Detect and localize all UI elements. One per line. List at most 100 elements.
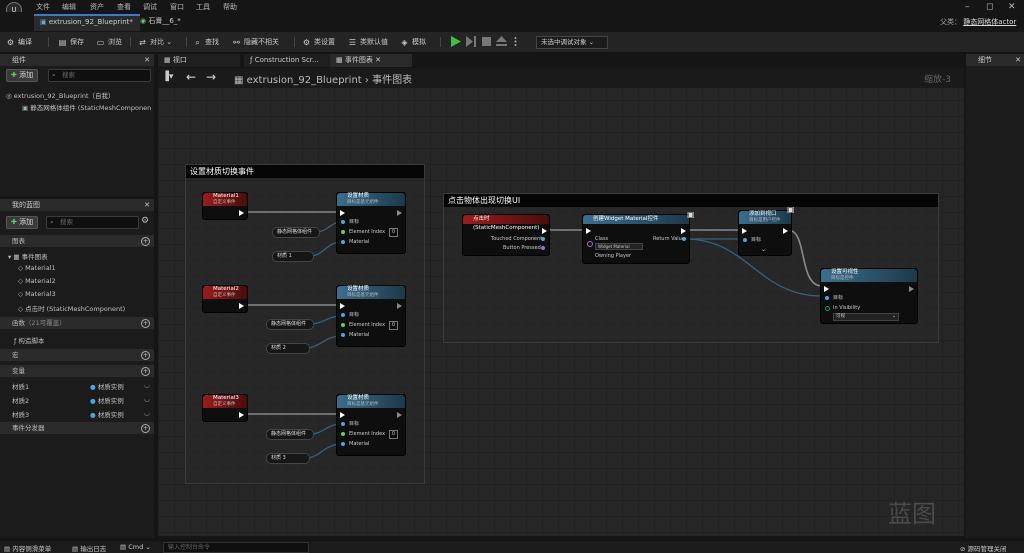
- minimize-icon[interactable]: –: [965, 2, 970, 12]
- exec-in-pin[interactable]: [340, 303, 345, 309]
- touched-component-pin[interactable]: [541, 237, 545, 241]
- play-icon[interactable]: [450, 36, 461, 47]
- parent-class-value[interactable]: 静态网格体actor: [963, 18, 1016, 26]
- material-pin[interactable]: [341, 240, 345, 244]
- exec-out-pin[interactable]: [783, 228, 788, 234]
- components-search-input[interactable]: ⌕ 搜索: [48, 69, 151, 82]
- on-clicked-event-node[interactable]: 点击时 (StaticMeshComponent) Touched Compon…: [462, 214, 550, 256]
- mesh-component-getter[interactable]: 静态网格体组件: [266, 319, 314, 330]
- add-macro-icon[interactable]: +: [141, 351, 150, 360]
- menu-help[interactable]: 帮助: [223, 2, 237, 12]
- menu-window[interactable]: 窗口: [170, 2, 184, 12]
- event-item-on-clicked[interactable]: ◇ 点击时 (StaticMeshComponent): [18, 303, 125, 313]
- graphs-section-header[interactable]: 图表 +: [0, 235, 154, 247]
- browse-button[interactable]: ▭ 浏览: [96, 36, 122, 48]
- custom-event-node[interactable]: Material1 自定义事件: [202, 192, 248, 220]
- class-settings-button[interactable]: ⚙ 类设置: [302, 36, 335, 48]
- functions-section-header[interactable]: 函数（21可覆盖） +: [0, 317, 154, 329]
- event-graph-canvas[interactable]: ▐▾ ← → ▦ extrusion_92_Blueprint › 事件图表 缩…: [158, 68, 964, 536]
- element-index-pin[interactable]: [341, 432, 345, 436]
- add-component-button[interactable]: ✚ 添加: [6, 69, 39, 82]
- construction-script-item[interactable]: ƒ 构造脚本: [14, 335, 44, 345]
- exec-out-pin[interactable]: [542, 228, 547, 234]
- debug-object-dropdown[interactable]: 未选中调试对象 ⌄: [536, 36, 608, 49]
- set-material-node[interactable]: 设置材质 目标是基元组件 目标 Element Index 0 Material: [336, 192, 406, 254]
- diff-button[interactable]: ⇄ 对比 ⌄: [138, 36, 172, 48]
- mesh-component-getter[interactable]: 静态网格体组件: [266, 429, 314, 440]
- component-static-mesh[interactable]: ▣ 静态网格体组件 (StaticMeshComponen: [22, 102, 151, 112]
- element-index-value[interactable]: 0: [389, 321, 398, 330]
- eject-icon[interactable]: [496, 36, 507, 47]
- class-select[interactable]: Widget Material: [595, 243, 643, 250]
- simulate-button[interactable]: ◈ 模拟: [400, 36, 426, 48]
- variable-type[interactable]: ● 材质实例: [90, 409, 124, 419]
- dispatchers-section-header[interactable]: 事件分发器 +: [0, 422, 154, 434]
- exec-in-pin[interactable]: [824, 286, 829, 292]
- exec-out-pin[interactable]: [397, 303, 402, 309]
- exec-out-pin[interactable]: [397, 210, 402, 216]
- element-index-pin[interactable]: [341, 230, 345, 234]
- close-icon[interactable]: ✕: [375, 56, 381, 64]
- element-index-pin[interactable]: [341, 323, 345, 327]
- button-pressed-pin[interactable]: [541, 246, 545, 250]
- target-pin[interactable]: [825, 296, 829, 300]
- exec-out-pin[interactable]: [397, 412, 402, 418]
- set-material-node[interactable]: 设置材质 目标是基元组件 目标 Element Index 0 Material: [336, 394, 406, 456]
- variable-row[interactable]: 材质2 ● 材质实例 ◡: [12, 395, 152, 405]
- exec-in-pin[interactable]: [586, 228, 591, 234]
- compile-button[interactable]: ⚙ 编译: [6, 36, 32, 48]
- variable-row[interactable]: 材质3 ● 材质实例 ◡: [12, 409, 152, 419]
- step-icon[interactable]: [466, 36, 477, 47]
- exec-out-pin[interactable]: [239, 210, 244, 216]
- target-pin[interactable]: [341, 313, 345, 317]
- custom-event-node[interactable]: Material2 自定义事件: [202, 285, 248, 313]
- target-pin[interactable]: [341, 220, 345, 224]
- tab-blueprint[interactable]: ▣ extrusion_92_Blueprint*: [34, 14, 140, 31]
- macros-section-header[interactable]: 宏 +: [0, 349, 154, 361]
- add-dispatcher-icon[interactable]: +: [141, 424, 150, 433]
- close-icon[interactable]: ✕: [1015, 54, 1021, 66]
- variables-section-header[interactable]: 变量 +: [0, 365, 154, 377]
- maximize-icon[interactable]: ◻: [986, 2, 993, 12]
- add-to-viewport-node[interactable]: 添加到视口 目标是用户控件 ▣ 目标 ⌄: [738, 205, 795, 256]
- exec-in-pin[interactable]: [742, 228, 747, 234]
- material-variable-getter[interactable]: 材质 1: [272, 251, 314, 262]
- element-index-value[interactable]: 0: [389, 430, 398, 439]
- add-member-button[interactable]: ✚ 添加: [6, 216, 39, 229]
- menu-edit[interactable]: 编辑: [62, 2, 76, 12]
- variable-type[interactable]: ● 材质实例: [90, 395, 124, 405]
- exec-out-pin[interactable]: [239, 303, 244, 309]
- exec-in-pin[interactable]: [340, 412, 345, 418]
- add-graph-icon[interactable]: +: [141, 237, 150, 246]
- menu-debug[interactable]: 调试: [143, 2, 157, 12]
- visibility-select[interactable]: 可视 ⌄: [833, 313, 899, 321]
- my-blueprint-search-input[interactable]: ⌕ 搜索: [46, 216, 139, 229]
- target-pin[interactable]: [341, 422, 345, 426]
- close-icon[interactable]: ✕: [144, 54, 150, 66]
- cmd-dropdown[interactable]: ▤ Cmd ⌄: [120, 543, 151, 551]
- variable-type[interactable]: ● 材质实例: [90, 381, 124, 391]
- hide-unrelated-button[interactable]: ⚯ 隐藏不相关: [232, 36, 279, 48]
- add-variable-icon[interactable]: +: [141, 367, 150, 376]
- tab-viewport[interactable]: ▦ 视口: [158, 54, 240, 67]
- exec-out-pin[interactable]: [239, 412, 244, 418]
- tab-event-graph[interactable]: ▦ 事件图表 ✕: [330, 54, 412, 67]
- element-index-value[interactable]: 0: [389, 228, 398, 237]
- event-graph-item[interactable]: ▾ ▦ 事件图表: [8, 251, 48, 261]
- find-button[interactable]: ⌕ 查找: [193, 36, 219, 48]
- close-icon[interactable]: ✕: [144, 199, 150, 211]
- return-value-pin[interactable]: [682, 237, 686, 241]
- visibility-eye-icon[interactable]: ◡: [144, 409, 150, 417]
- target-pin[interactable]: [743, 238, 747, 242]
- set-material-node[interactable]: 设置材质 目标是基元组件 目标 Element Index 0 Material: [336, 285, 406, 347]
- event-item-material3[interactable]: ◇ Material3: [18, 290, 56, 298]
- custom-event-node[interactable]: Material3 自定义事件: [202, 394, 248, 422]
- console-input[interactable]: 输入控制台命令: [163, 542, 309, 553]
- material-pin[interactable]: [341, 442, 345, 446]
- material-pin[interactable]: [341, 333, 345, 337]
- variable-row[interactable]: 材质1 ● 材质实例 ◡: [12, 381, 152, 391]
- class-pin[interactable]: [587, 241, 593, 247]
- visibility-eye-icon[interactable]: ◡: [144, 381, 150, 389]
- menu-view[interactable]: 查看: [117, 2, 131, 12]
- material-variable-getter[interactable]: 材质 3: [266, 453, 310, 464]
